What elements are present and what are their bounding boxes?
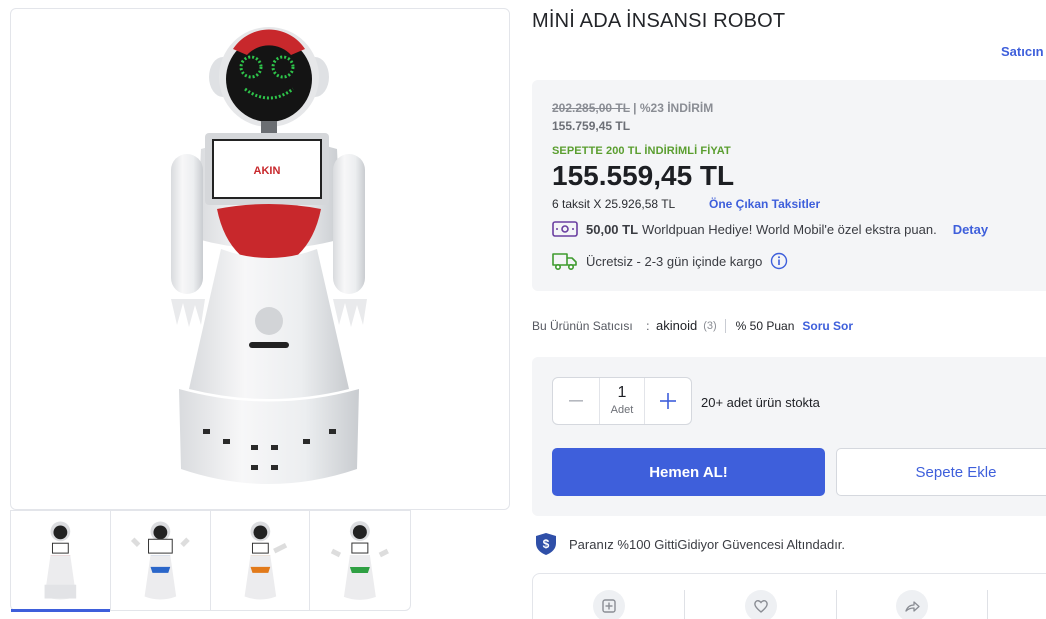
- points-amount: 50,00 TL: [586, 221, 639, 237]
- shield-icon: $: [536, 533, 556, 555]
- truck-icon: [552, 253, 577, 271]
- installments-link[interactable]: Öne Çıkan Taksitler: [709, 197, 820, 211]
- quantity-field[interactable]: 1 Adet: [599, 378, 645, 424]
- money-icon: [552, 221, 578, 237]
- buy-box: 1 Adet 20+ adet ürün stokta Hemen AL! Se…: [532, 357, 1046, 516]
- installment-info: 6 taksit X 25.926,58 TL: [552, 197, 676, 211]
- share-icon: [905, 601, 920, 612]
- divider: [987, 590, 988, 619]
- add-to-list-icon: [602, 599, 616, 613]
- points-row: 50,00 TL Worldpuan Hediye! World Mobil'e…: [552, 220, 988, 238]
- thumbnail-3[interactable]: [211, 511, 311, 611]
- buy-now-button[interactable]: Hemen AL!: [552, 448, 825, 496]
- add-to-list-button[interactable]: [593, 590, 625, 619]
- increase-button[interactable]: [645, 378, 691, 424]
- points-text: Worldpuan Hediye! World Mobil'e özel eks…: [642, 221, 937, 237]
- info-icon[interactable]: [770, 252, 788, 270]
- favorite-button[interactable]: [745, 590, 777, 619]
- seller-link[interactable]: Satıcın: [1001, 44, 1044, 59]
- seller-row: Bu Ürünün Satıcısı : akinoid (3) % 50 Pu…: [532, 318, 853, 333]
- price-box: 202.285,00 TL | %23 İNDİRİM 155.759,45 T…: [532, 80, 1046, 291]
- svg-text:AKIN: AKIN: [254, 165, 281, 177]
- old-price-row: 202.285,00 TL | %23 İNDİRİM: [552, 101, 713, 115]
- stock-info: 20+ adet ürün stokta: [701, 395, 820, 410]
- seller-name[interactable]: akinoid: [656, 318, 697, 333]
- main-product-image[interactable]: AKIN: [10, 8, 510, 510]
- decrease-button[interactable]: [553, 378, 599, 424]
- divider: [684, 590, 685, 619]
- quantity-unit: Adet: [610, 404, 634, 416]
- points-detail-link[interactable]: Detay: [953, 222, 988, 237]
- final-price: 155.559,45 TL: [552, 160, 735, 191]
- action-bar: [532, 573, 1046, 619]
- thumbnail-strip: [10, 510, 411, 612]
- guarantee-row: $ Paranız %100 GittiGidiyor Güvencesi Al…: [535, 532, 845, 556]
- cargo-text: Ücretsiz - 2-3 gün içinde kargo: [586, 253, 763, 269]
- seller-score: % 50 Puan: [735, 318, 795, 333]
- ask-question-link[interactable]: Soru Sor: [802, 319, 853, 333]
- share-button[interactable]: [896, 590, 928, 619]
- minus-icon: [569, 400, 583, 402]
- robot-image: AKIN: [171, 27, 367, 484]
- divider: [836, 590, 837, 619]
- heart-icon: [754, 600, 768, 613]
- cart-discount-label: SEPETTE 200 TL İNDİRİMLİ FİYAT: [552, 145, 731, 157]
- thumbnail-1[interactable]: [11, 511, 111, 612]
- discounted-price: 155.759,45 TL: [552, 119, 631, 133]
- thumbnail-2[interactable]: [111, 511, 211, 611]
- svg-text:$: $: [543, 537, 550, 551]
- thumbnail-4[interactable]: [310, 511, 410, 611]
- cargo-row: Ücretsiz - 2-3 gün içinde kargo: [552, 251, 788, 271]
- old-price: 202.285,00 TL: [552, 101, 630, 115]
- quantity-value: 1: [617, 384, 627, 401]
- guarantee-text: Paranız %100 GittiGidiyor Güvencesi Altı…: [569, 536, 846, 552]
- seller-label: Bu Ürünün Satıcısı :: [532, 318, 650, 333]
- divider: [724, 318, 726, 333]
- plus-icon: [660, 393, 676, 409]
- product-title: MİNİ ADA İNSANSI ROBOT: [532, 10, 786, 32]
- add-to-cart-button[interactable]: Sepete Ekle: [836, 448, 1046, 496]
- seller-count: (3): [703, 319, 717, 332]
- quantity-stepper: 1 Adet: [552, 377, 692, 425]
- discount-rate: | %23 İNDİRİM: [629, 101, 714, 115]
